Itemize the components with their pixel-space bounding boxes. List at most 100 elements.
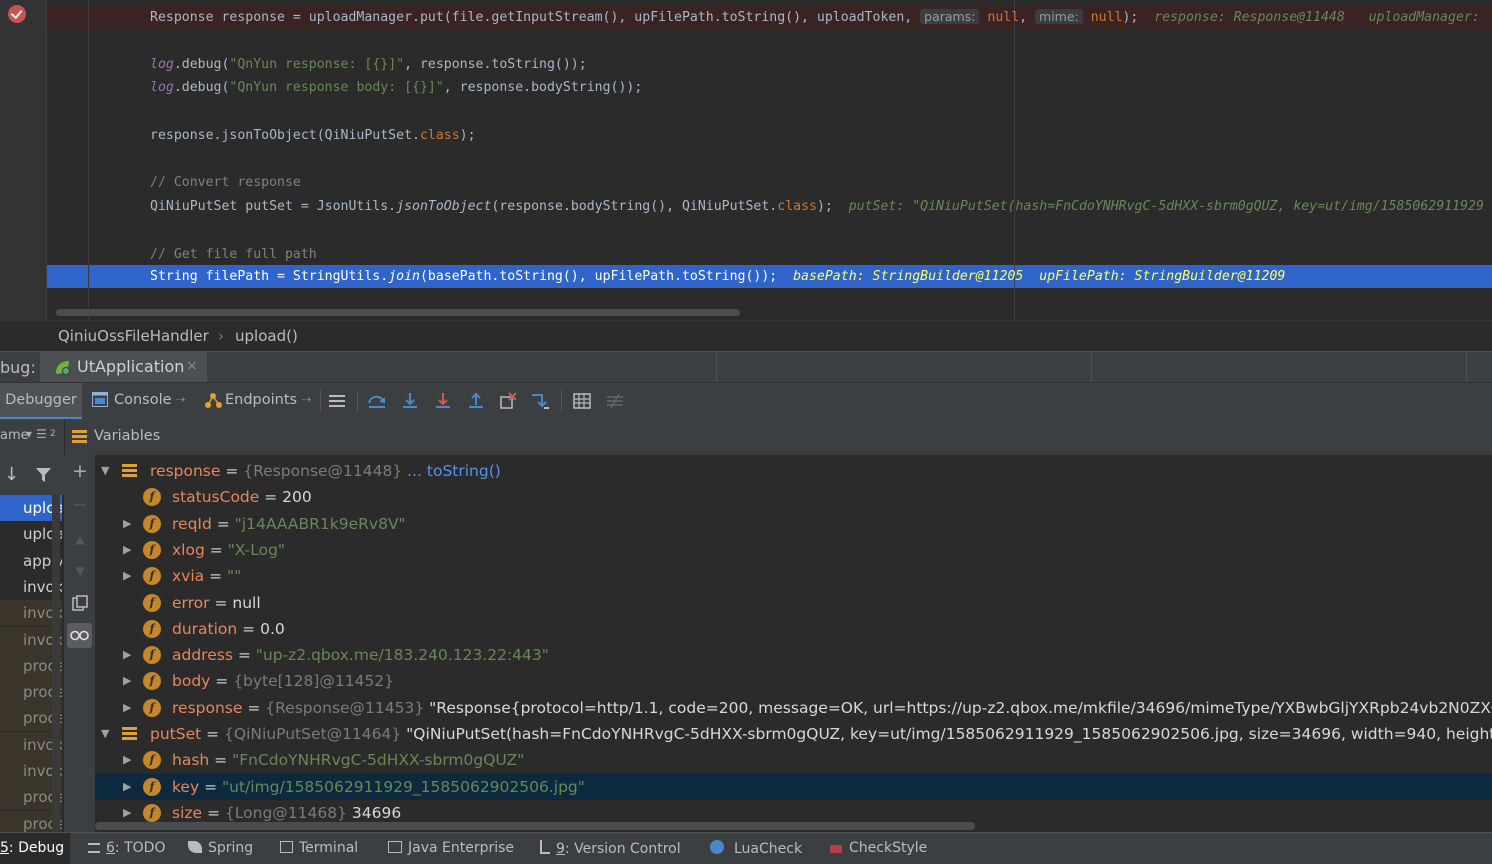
- tab-spring[interactable]: Spring: [188, 840, 253, 856]
- trace-stream-icon[interactable]: [605, 391, 625, 411]
- drop-frame-icon[interactable]: [498, 391, 518, 411]
- arrow-down-icon[interactable]: ↓: [4, 464, 19, 485]
- debug-toolbar: Debugger Console ⇢ Endpoints ⇢: [0, 382, 1492, 420]
- expand-arrow-icon[interactable]: ▶: [123, 511, 137, 537]
- variable-row[interactable]: ▶ f xvia = "": [95, 563, 1492, 589]
- variable-value: "": [227, 567, 242, 586]
- variables-tree[interactable]: ▼ response = {Response@11448} ... toStrin…: [95, 455, 1492, 832]
- tab-debug[interactable]: 5: Debug: [0, 833, 70, 864]
- tab-checkstyle[interactable]: CheckStyle: [830, 840, 927, 856]
- breadcrumb-class[interactable]: QiniuOssFileHandler: [58, 327, 209, 345]
- variable-row[interactable]: ▶ f xlog = "X-Log": [95, 537, 1492, 563]
- variable-name: address: [172, 646, 233, 665]
- expand-arrow-icon[interactable]: ▶: [123, 695, 137, 721]
- code-editor[interactable]: Response response = uploadManager.put(fi…: [0, 0, 1492, 320]
- code-comment[interactable]: // Convert response: [150, 172, 301, 194]
- remove-watch-icon[interactable]: −: [68, 493, 92, 517]
- code-line-upload[interactable]: Response response = uploadManager.put(fi…: [150, 6, 1480, 28]
- run-to-cursor-icon[interactable]: [530, 391, 550, 411]
- tab-ut-application[interactable]: UtApplication ×: [40, 352, 206, 383]
- code-line-log-response[interactable]: log.debug("QnYun response: [{}]", respon…: [150, 54, 587, 76]
- code-keyword: class: [777, 199, 817, 214]
- editor-horizontal-scrollbar[interactable]: [56, 309, 740, 316]
- tab-todo[interactable]: 6: TODO: [88, 840, 165, 856]
- step-out-icon[interactable]: [466, 391, 486, 411]
- code-line-log-body[interactable]: log.debug("QnYun response body: [{}]", r…: [150, 77, 642, 99]
- frames-header: ame ▾ ☰ 2: [0, 419, 64, 455]
- collapse-arrow-icon[interactable]: ▼: [101, 721, 115, 747]
- editor-gutter[interactable]: [0, 0, 47, 320]
- field-icon: f: [143, 619, 161, 638]
- layout-icon[interactable]: ☰: [36, 427, 47, 441]
- close-icon[interactable]: ×: [186, 358, 198, 374]
- variable-row[interactable]: ▼ putSet = {QiNiuPutSet@11464} "QiNiuPutS…: [95, 721, 1492, 747]
- copy-icon[interactable]: [72, 595, 88, 611]
- equals-sign: =: [210, 672, 234, 691]
- java-enterprise-tab-label: Java Enterprise: [408, 840, 515, 856]
- variable-text: putSet = {QiNiuPutSet@11464} "QiNiuPutSe…: [150, 721, 1492, 747]
- code-line-json-to-object[interactable]: response.jsonToObject(QiNiuPutSet.class)…: [150, 125, 476, 147]
- tab-terminal[interactable]: Terminal: [280, 840, 358, 856]
- expand-arrow-icon[interactable]: ▶: [123, 747, 137, 773]
- force-step-into-icon[interactable]: [433, 391, 453, 411]
- spring-leaf-icon: [188, 841, 202, 853]
- variable-text: xvia = "": [172, 563, 241, 589]
- tab-debugger[interactable]: Debugger: [0, 383, 82, 419]
- endpoints-icon: [205, 393, 222, 408]
- step-over-icon[interactable]: [367, 391, 387, 411]
- variable-row[interactable]: ▶ f hash = "FnCdoYNHRvgC-5dHXX-sbrm0gQUZ": [95, 747, 1492, 773]
- variable-text: address = "up-z2.qbox.me/183.240.123.22:…: [172, 642, 549, 668]
- evaluate-expression-icon[interactable]: [572, 391, 592, 411]
- variable-row[interactable]: ▼ response = {Response@11448} ... toStrin…: [95, 458, 1492, 484]
- variable-row[interactable]: ▶ f reqId = "j14AAABR1k9eRv8V": [95, 511, 1492, 537]
- variable-row[interactable]: f statusCode = 200: [95, 484, 1492, 510]
- expand-arrow-icon[interactable]: ▶: [123, 563, 137, 589]
- variable-row[interactable]: ▶ f response = {Response@11453} "Response{…: [95, 695, 1492, 721]
- to-string-link[interactable]: ... toString(): [407, 462, 501, 480]
- todo-tab-label: : TODO: [114, 840, 166, 856]
- pin-icon[interactable]: ⇢: [302, 383, 311, 417]
- variable-row[interactable]: ▶ f address = "up-z2.qbox.me/183.240.123.2…: [95, 642, 1492, 668]
- variable-value: 0.0: [260, 619, 285, 638]
- move-up-icon[interactable]: ▲: [68, 527, 92, 551]
- expand-arrow-icon[interactable]: ▶: [123, 642, 137, 668]
- breakpoint-icon[interactable]: [8, 5, 26, 23]
- tab-endpoints[interactable]: Endpoints ⇢: [202, 383, 320, 419]
- tab-java-enterprise[interactable]: Java Enterprise: [388, 840, 514, 856]
- tab-version-control[interactable]: 9: Version Control: [540, 840, 681, 857]
- code-line-put-set[interactable]: QiNiuPutSet putSet = JsonUtils.jsonToObj…: [150, 196, 1484, 218]
- variable-row[interactable]: f error = null: [95, 590, 1492, 616]
- code-keyword: null: [979, 10, 1020, 25]
- code-comment[interactable]: // Get file full path: [150, 244, 317, 266]
- breadcrumb-method[interactable]: upload(): [235, 327, 298, 345]
- frames-scrollbar[interactable]: [52, 495, 60, 832]
- variable-row[interactable]: ▶ f body = {byte[128]@11452}: [95, 668, 1492, 694]
- add-watch-icon[interactable]: +: [68, 459, 92, 483]
- variables-horizontal-scrollbar[interactable]: [95, 822, 975, 830]
- code-keyword: class: [419, 128, 460, 143]
- show-watches-button[interactable]: [67, 623, 92, 648]
- expand-arrow-icon[interactable]: ▶: [123, 537, 137, 563]
- tab-console[interactable]: Console ⇢: [90, 383, 192, 419]
- expand-arrow-icon[interactable]: ▶: [123, 774, 137, 800]
- variable-row[interactable]: f duration = 0.0: [95, 616, 1492, 642]
- expand-arrow-icon[interactable]: ▶: [123, 668, 137, 694]
- collapse-arrow-icon[interactable]: ▼: [101, 458, 115, 484]
- variable-row[interactable]: ▶ f key = "ut/img/1585062911929_1585062902…: [95, 773, 1492, 800]
- pin-icon[interactable]: ⇢: [176, 383, 185, 417]
- inline-debug-value: response: Response@11448 uploadManager:: [1138, 10, 1480, 25]
- variable-name: putSet: [150, 725, 202, 743]
- object-icon: [122, 727, 137, 741]
- filter-icon[interactable]: [35, 467, 52, 483]
- field-icon: f: [143, 803, 161, 822]
- step-into-icon[interactable]: [400, 391, 420, 411]
- toolbar-divider: [561, 390, 562, 412]
- glasses-icon: [70, 630, 89, 641]
- code-line-file-path[interactable]: String filePath = StringUtils.join(baseP…: [150, 266, 1285, 288]
- move-down-icon[interactable]: ▼: [68, 559, 92, 583]
- tab-luacheck[interactable]: LuaCheck: [710, 840, 802, 857]
- variable-text: xlog = "X-Log": [172, 537, 285, 563]
- chevron-down-icon[interactable]: ▾: [26, 427, 32, 441]
- threads-icon[interactable]: [327, 391, 347, 411]
- vc-tab-label: : Version Control: [564, 841, 681, 857]
